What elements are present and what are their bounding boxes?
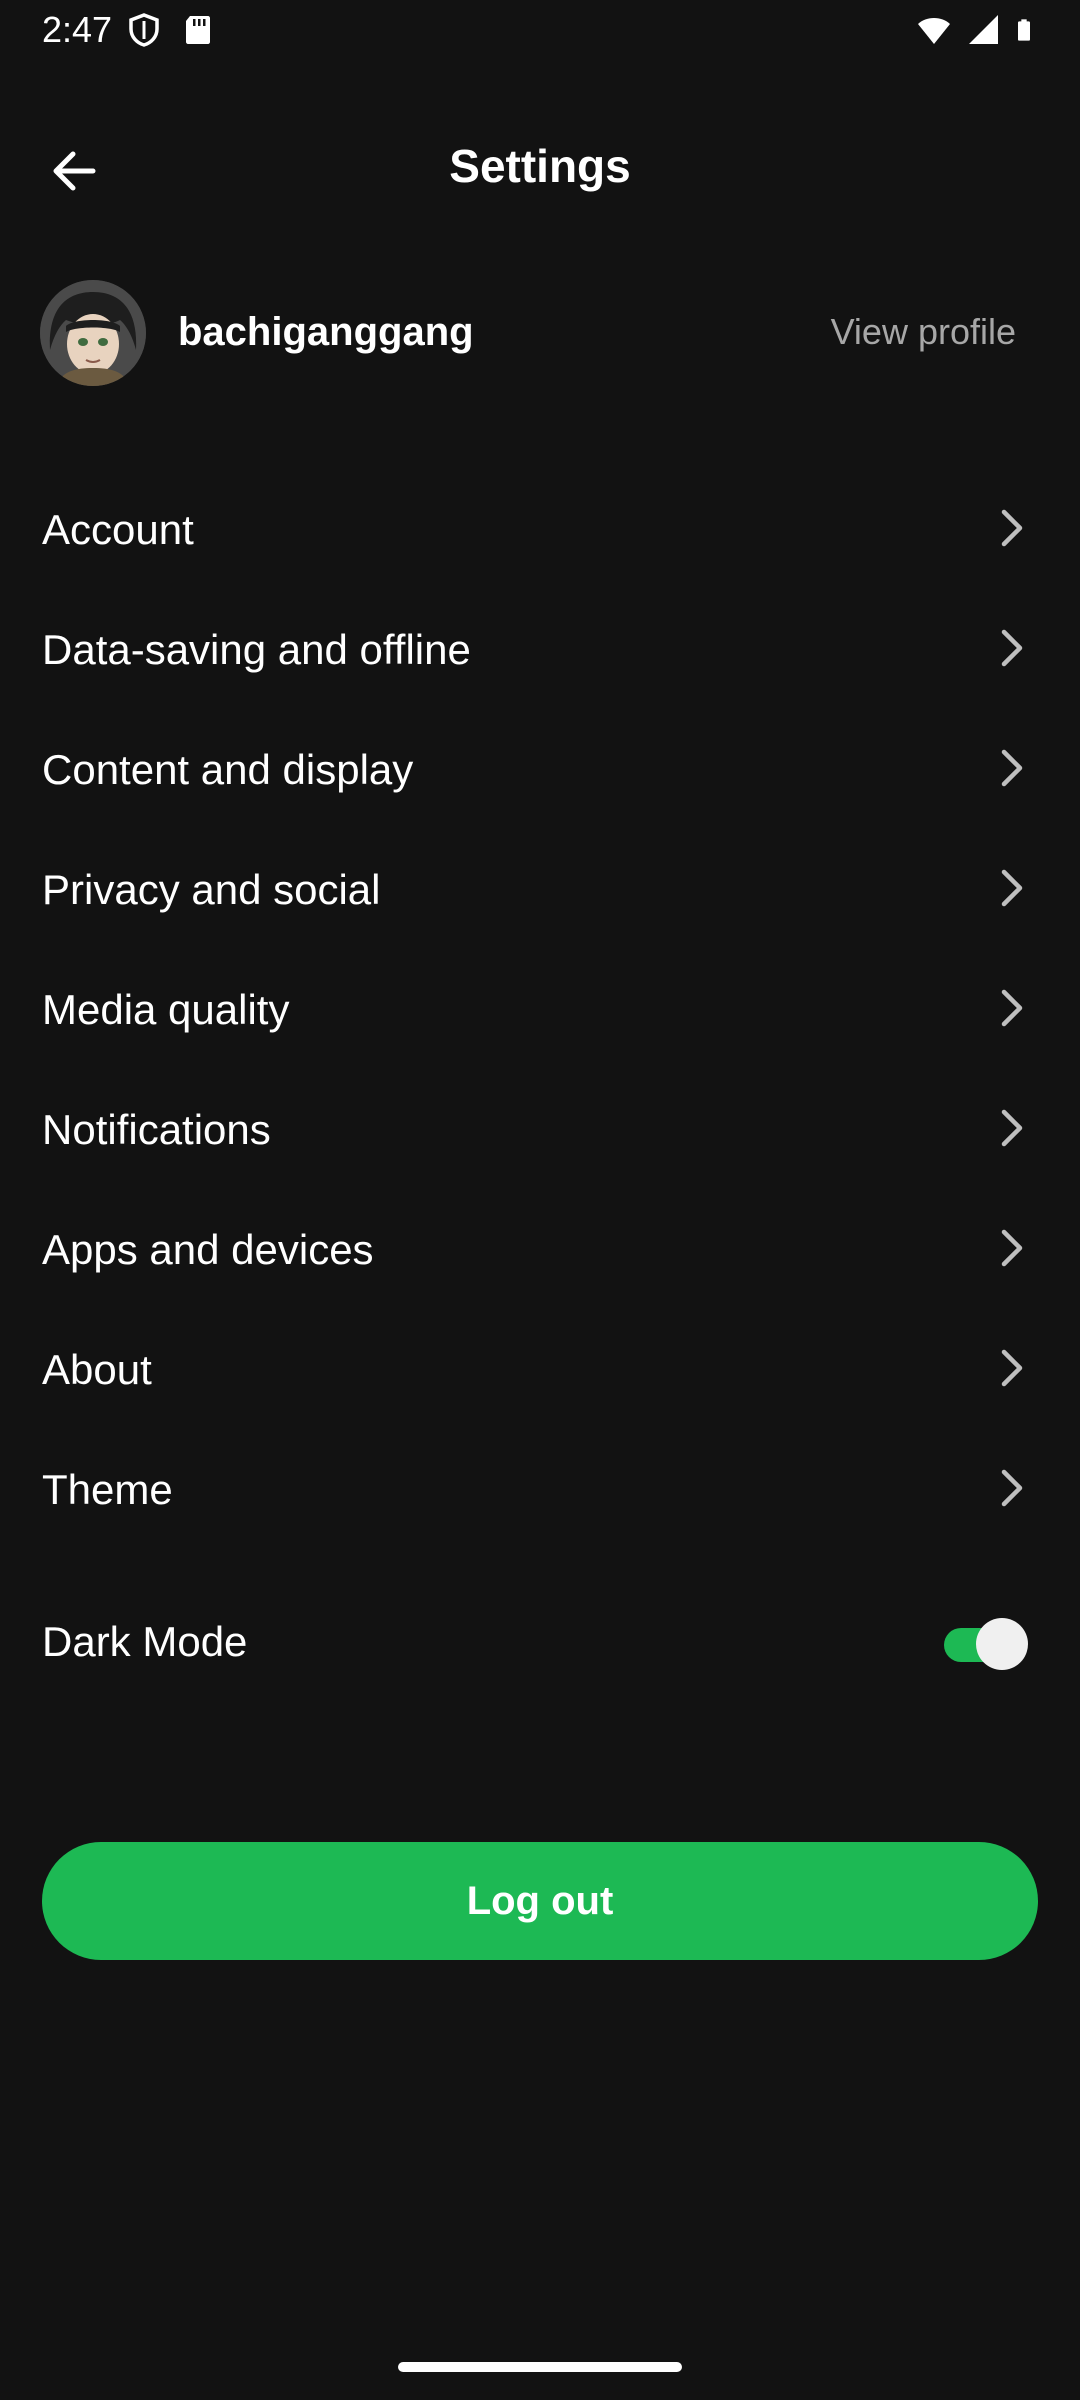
menu-item-privacy-social[interactable]: Privacy and social [0,828,1080,948]
menu-item-label: Content and display [42,746,414,793]
logout-button[interactable]: Log out [42,1842,1038,1960]
status-left-icons [126,12,216,48]
chevron-right-icon [1001,509,1023,547]
chevron-right-icon [1001,749,1023,787]
dark-mode-label: Dark Mode [42,1618,248,1665]
chevron-right-icon [1001,1229,1023,1267]
menu-item-data-saving[interactable]: Data-saving and offline [0,588,1080,708]
wifi-icon [918,18,950,44]
menu-item-notifications[interactable]: Notifications [0,1068,1080,1188]
header: Settings [0,110,1080,220]
battery-icon [1018,19,1030,41]
avatar[interactable] [40,280,146,386]
menu-item-content-display[interactable]: Content and display [0,708,1080,828]
view-profile-link[interactable]: View profile [831,308,1016,356]
dark-mode-toggle[interactable] [944,1618,1028,1670]
shield-icon [129,13,159,47]
menu-item-label: Account [42,506,194,553]
menu-item-label: Notifications [42,1106,271,1153]
menu-item-label: Data-saving and offline [42,626,471,673]
settings-menu-list: Account Data-saving and offline Content … [0,468,1080,1548]
gesture-nav-handle[interactable] [398,2362,682,2372]
menu-item-label: Theme [42,1466,173,1513]
menu-item-apps-devices[interactable]: Apps and devices [0,1188,1080,1308]
profile-row[interactable]: bachiganggang View profile [0,278,1080,388]
chevron-right-icon [1001,989,1023,1027]
menu-item-about[interactable]: About [0,1308,1080,1428]
chevron-right-icon [1001,629,1023,667]
menu-item-theme[interactable]: Theme [0,1428,1080,1548]
menu-item-label: Media quality [42,986,290,1033]
chevron-right-icon [1001,1469,1023,1507]
dark-mode-row: Dark Mode [0,1584,1080,1704]
menu-item-media-quality[interactable]: Media quality [0,948,1080,1068]
menu-item-account[interactable]: Account [0,468,1080,588]
sd-card-icon [186,16,210,44]
status-right-icons [916,12,1040,48]
chevron-right-icon [1001,1109,1023,1147]
username: bachiganggang [178,310,474,354]
page-title: Settings [449,140,631,192]
status-time: 2:47 [42,9,113,50]
chevron-right-icon [1001,869,1023,907]
toggle-thumb [976,1618,1028,1670]
menu-item-label: Privacy and social [42,866,381,913]
status-bar: 2:47 [0,0,1080,62]
chevron-right-icon [1001,1349,1023,1387]
avatar-image [40,280,146,386]
menu-item-label: About [42,1346,152,1393]
signal-icon [969,15,998,44]
menu-item-label: Apps and devices [42,1226,374,1273]
